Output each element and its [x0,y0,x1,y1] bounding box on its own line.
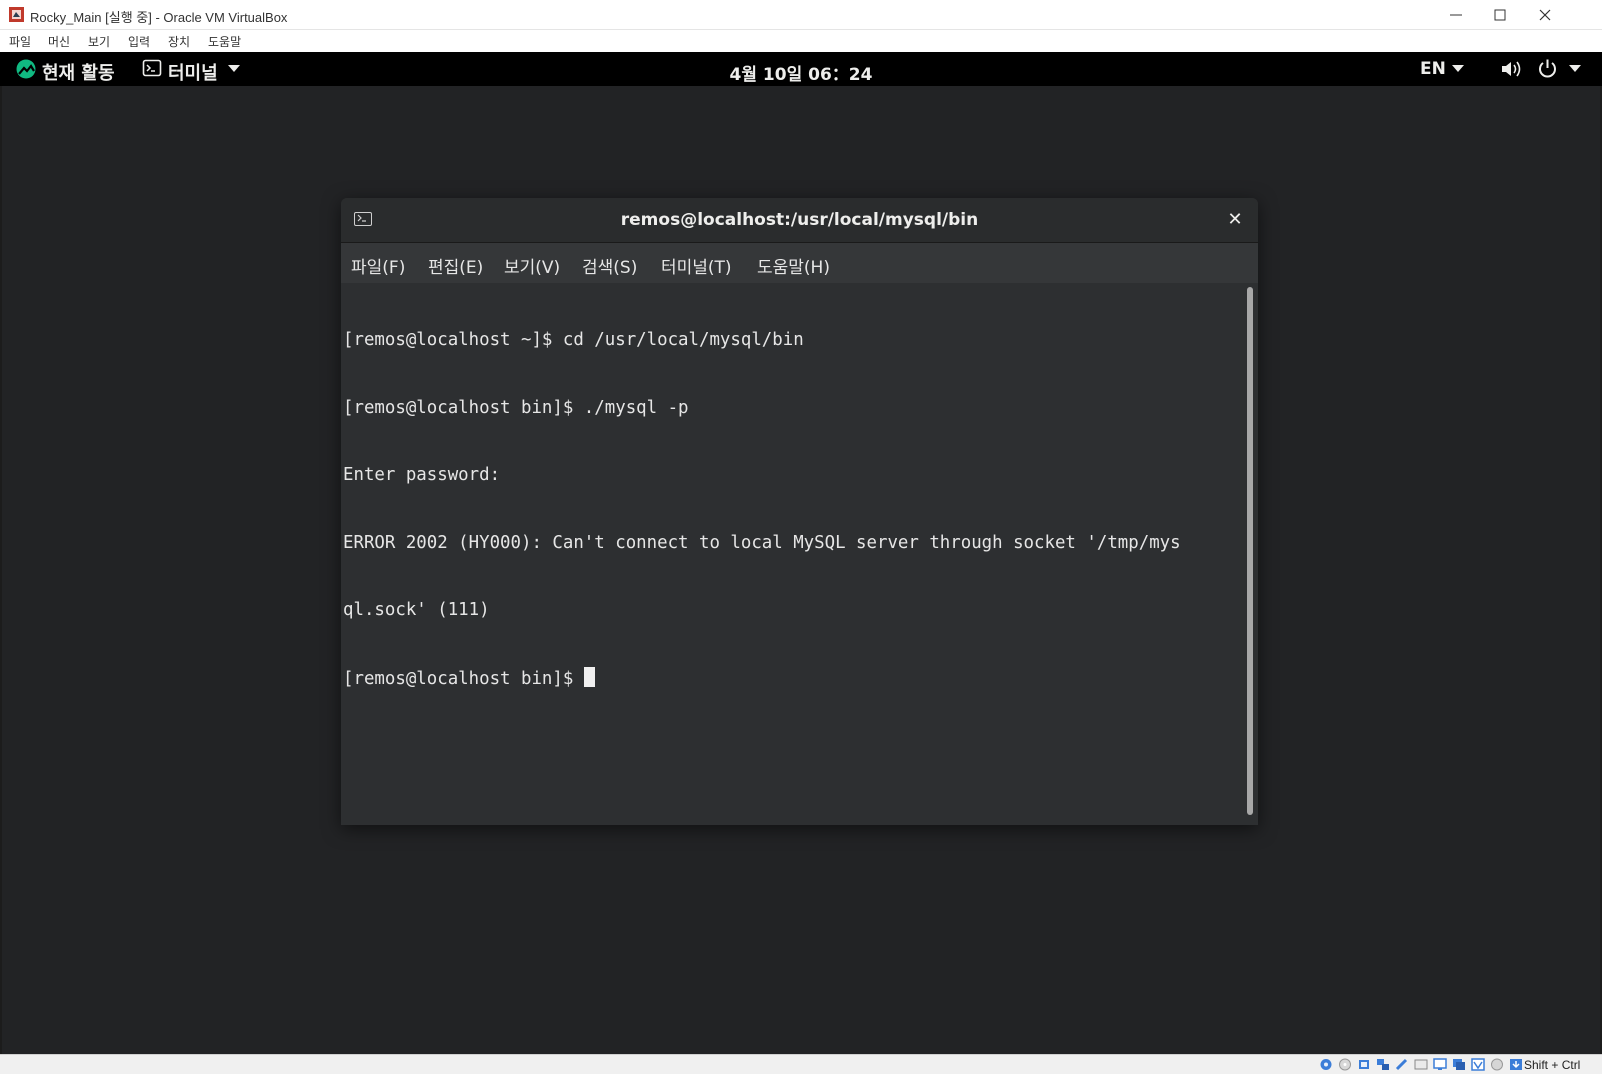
terminal-line: Enter password: [343,465,501,485]
terminal-window[interactable]: remos@localhost:/usr/local/mysql/bin ✕ 파… [341,198,1258,825]
guest-display[interactable]: 현재 활동 터미널 4월 10일 06：24 EN remos@localhos… [0,52,1602,1054]
terminal-prompt-line[interactable]: [remos@localhost bin]$ [343,666,1181,691]
close-icon[interactable] [1535,5,1555,25]
vbox-statusbar: Shift + Ctrl [0,1054,1602,1074]
terminal-line: [remos@localhost bin]$ ./mysql -p [343,397,689,418]
volume-icon[interactable] [1500,59,1522,79]
vbox-titlebar: Rocky_Main [실행 중] - Oracle VM VirtualBox [0,0,1602,30]
optical-drive-icon[interactable] [1338,1058,1352,1071]
vbox-menu-file[interactable]: 파일 [9,33,31,50]
terminal-menu-help[interactable]: 도움말(H) [757,253,830,278]
terminal-output[interactable]: [remos@localhost ~]$ cd /usr/local/mysql… [341,283,1258,825]
chevron-down-icon[interactable] [1569,65,1581,73]
network-icon[interactable] [1376,1058,1390,1071]
virtualbox-app-icon [9,7,24,22]
terminal-menu-terminal[interactable]: 터미널(T) [661,253,732,278]
minimize-icon[interactable] [1446,5,1466,25]
vbox-menu-input[interactable]: 입력 [128,33,150,50]
terminal-title: remos@localhost:/usr/local/mysql/bin [620,210,979,230]
vbox-menu-help[interactable]: 도움말 [208,33,241,50]
vbox-menu-devices[interactable]: 장치 [168,33,190,50]
vbox-menu-machine[interactable]: 머신 [48,33,70,50]
display-icon[interactable] [1433,1058,1447,1071]
input-method-indicator[interactable]: EN [1420,59,1446,79]
shell-prompt: [remos@localhost bin]$ [343,668,584,689]
power-icon[interactable] [1537,58,1558,79]
keyboard-capture-icon[interactable] [1509,1058,1523,1071]
host-key-label: Shift + Ctrl [1524,1058,1581,1072]
audio-icon[interactable] [1357,1058,1371,1071]
recording-icon[interactable] [1452,1058,1466,1071]
vbox-menubar: 파일 머신 보기 입력 장치 도움말 [0,30,1602,52]
chevron-down-icon[interactable] [1452,65,1464,73]
terminal-menu-search[interactable]: 검색(S) [582,253,637,278]
hard-disk-icon[interactable] [1319,1058,1333,1071]
terminal-line: ERROR 2002 (HY000): Can't connect to loc… [343,532,1181,553]
terminal-line: [remos@localhost ~]$ cd /usr/local/mysql… [343,330,804,350]
text-cursor [583,666,595,687]
terminal-menubar: 파일(F) 편집(E) 보기(V) 검색(S) 터미널(T) 도움말(H) [341,243,1258,283]
terminal-header[interactable]: remos@localhost:/usr/local/mysql/bin ✕ [341,198,1258,243]
terminal-line: ql.sock' (111) [343,600,490,620]
cpu-virtualization-icon[interactable] [1471,1058,1485,1071]
vbox-menu-view[interactable]: 보기 [88,33,110,50]
terminal-menu-view[interactable]: 보기(V) [504,253,560,278]
terminal-menu-edit[interactable]: 편집(E) [428,253,483,278]
terminal-scrollbar[interactable] [1247,287,1253,815]
shared-folder-icon[interactable] [1414,1058,1428,1071]
clock[interactable]: 4월 10일 06：24 [0,60,1602,85]
maximize-icon[interactable] [1490,5,1510,25]
window-title: Rocky_Main [실행 중] - Oracle VM VirtualBox [30,10,288,25]
terminal-menu-file[interactable]: 파일(F) [351,253,405,278]
usb-icon[interactable] [1395,1058,1409,1071]
gnome-top-bar: 현재 활동 터미널 4월 10일 06：24 EN [0,52,1602,86]
close-icon[interactable]: ✕ [1224,209,1246,231]
mouse-integration-icon[interactable] [1490,1058,1504,1071]
